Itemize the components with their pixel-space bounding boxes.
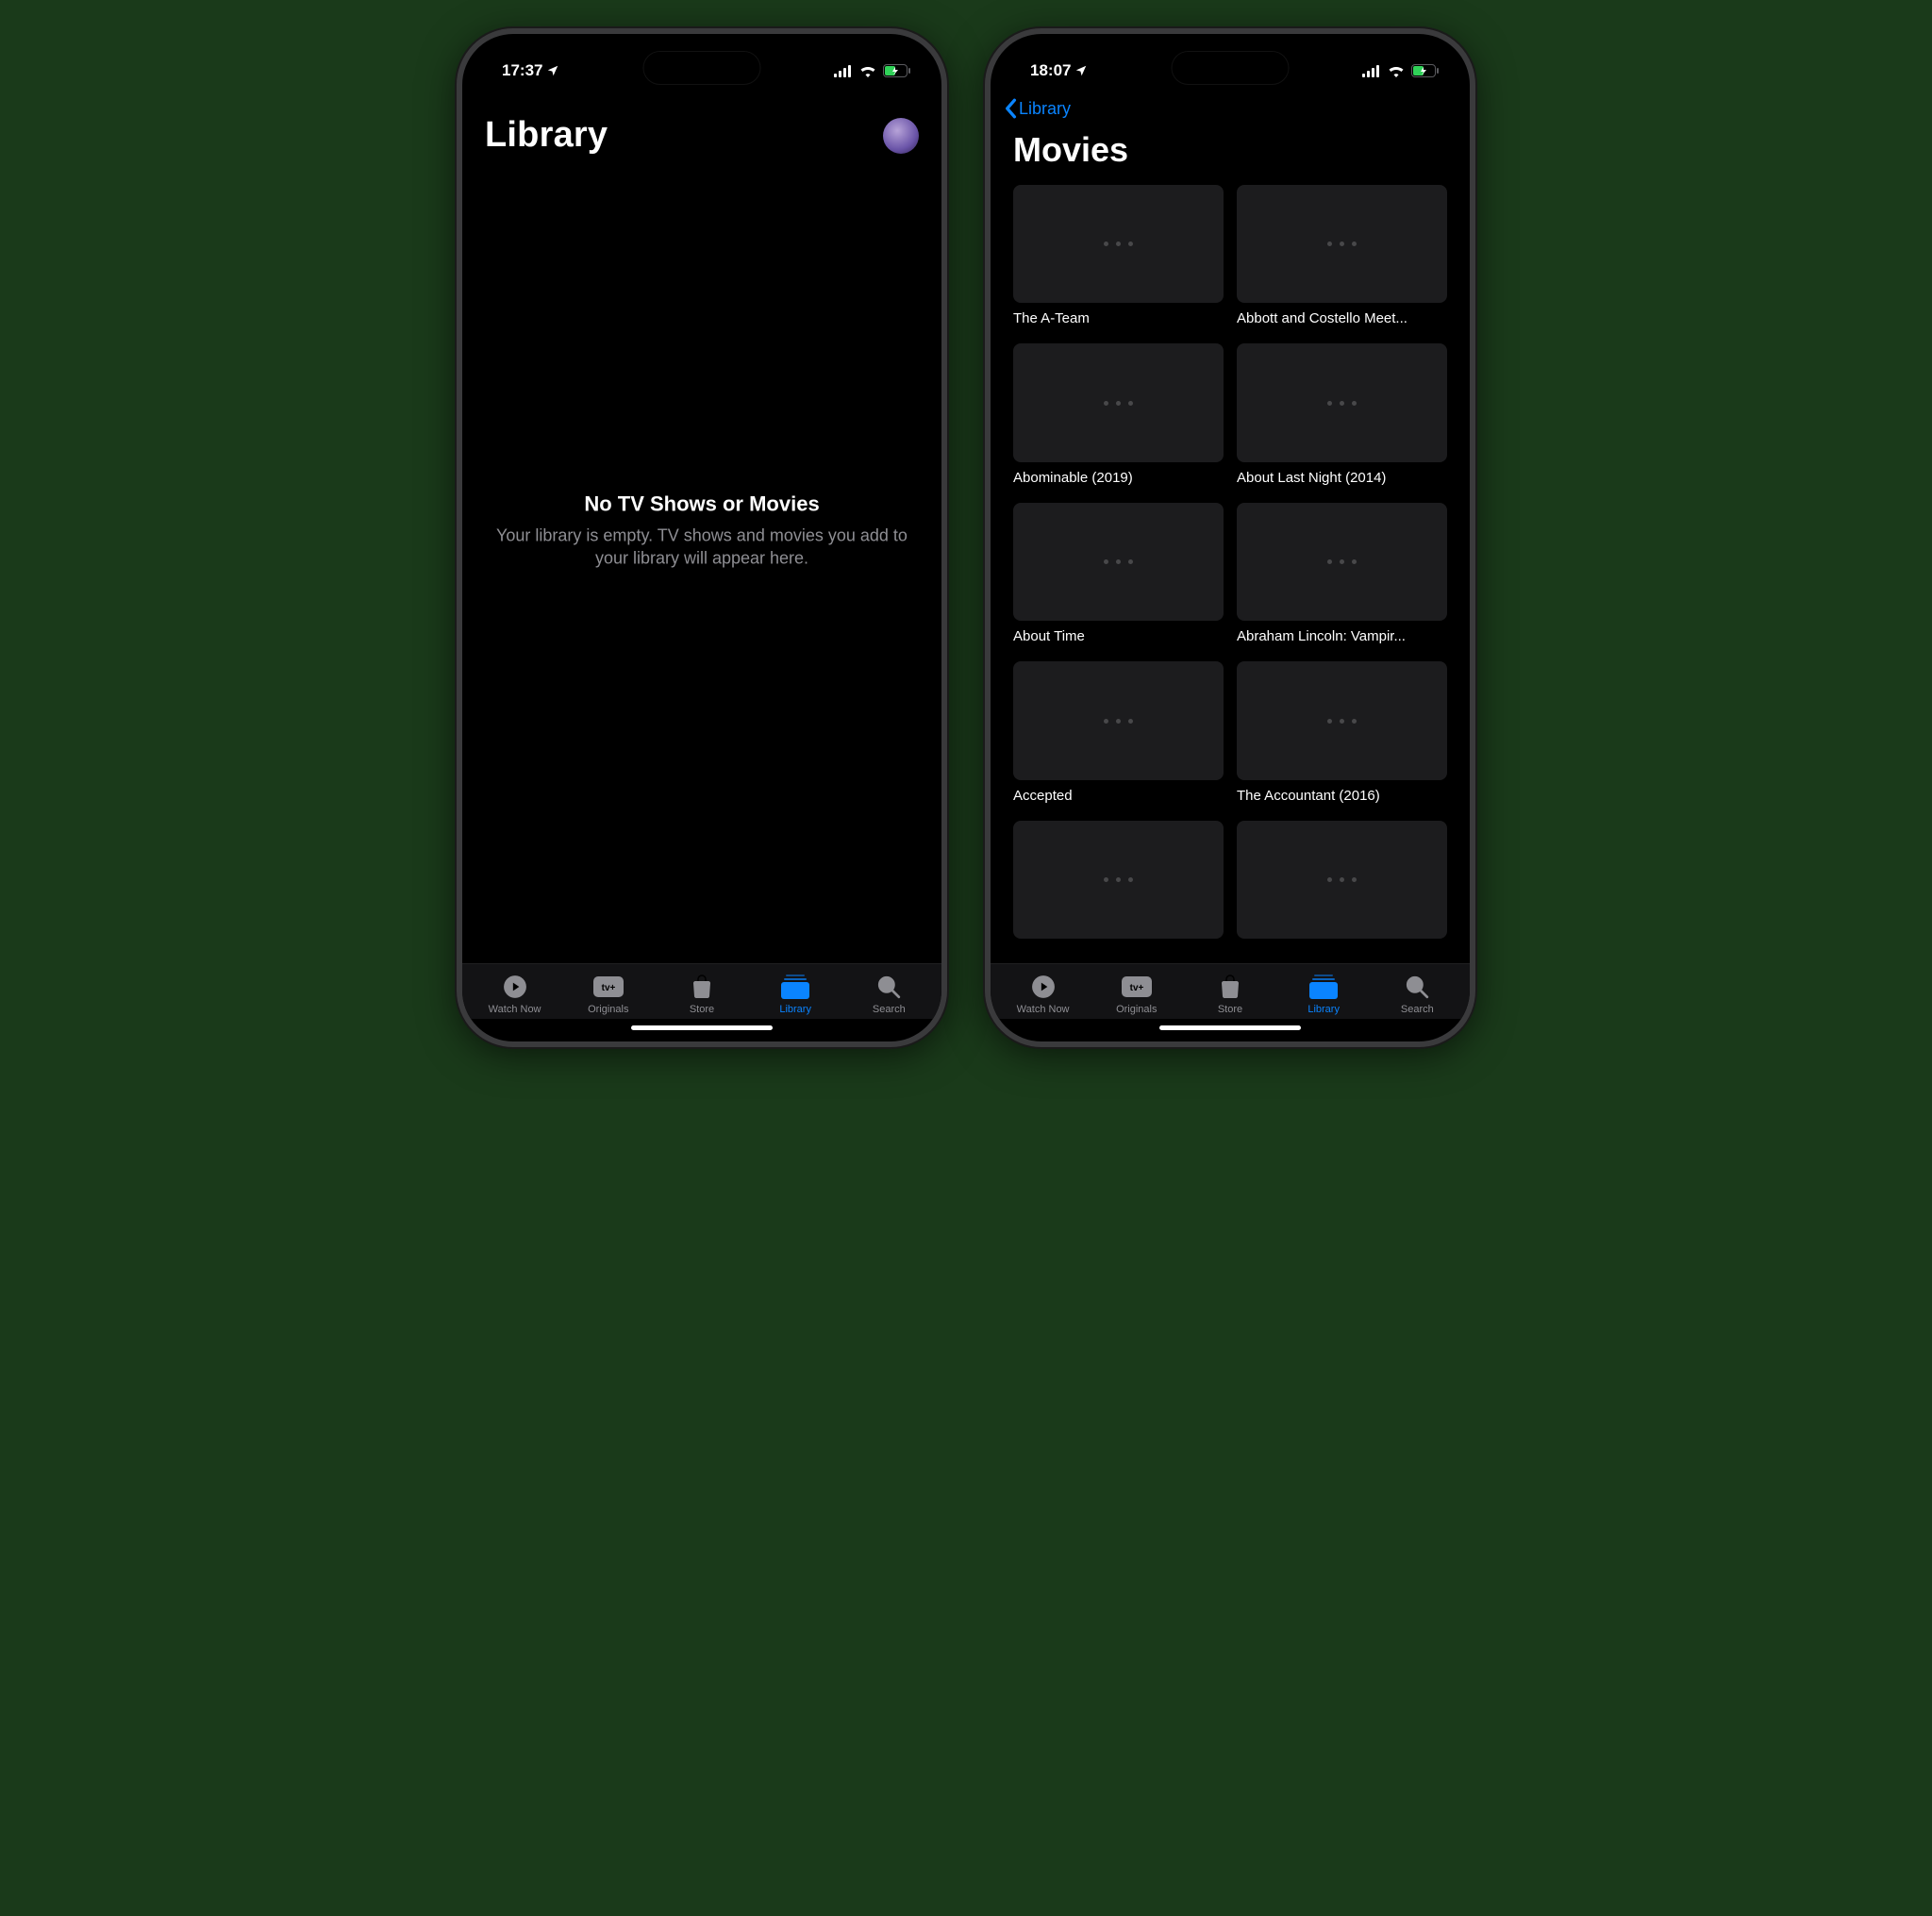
wifi-icon <box>859 65 876 77</box>
page-title: Movies <box>991 119 1470 185</box>
chevron-left-icon <box>1004 98 1017 119</box>
tv-plus-icon: tv+ <box>593 976 624 997</box>
movie-title: Abominable (2019) <box>1013 470 1224 486</box>
tab-label: Watch Now <box>489 1004 541 1015</box>
tab-bar: Watch Now tv+ Originals Store Library Se… <box>991 963 1470 1019</box>
tab-watch-now[interactable]: Watch Now <box>996 974 1090 1015</box>
movie-tile[interactable]: The A-Team <box>1013 185 1224 326</box>
tab-label: Library <box>1307 1004 1340 1015</box>
search-icon <box>876 975 901 999</box>
tab-library[interactable]: Library <box>749 974 842 1015</box>
tab-originals[interactable]: tv+ Originals <box>1090 974 1183 1015</box>
movie-grid: The A-Team Abbott and Costello Meet... Abo… <box>991 185 1470 939</box>
svg-text:tv+: tv+ <box>601 983 615 993</box>
movie-tile[interactable]: Abbott and Costello Meet... <box>1237 185 1447 326</box>
back-button[interactable]: Library <box>991 89 1470 119</box>
tab-label: Originals <box>1116 1004 1157 1015</box>
movie-thumbnail <box>1013 503 1224 621</box>
movie-title: About Last Night (2014) <box>1237 470 1447 486</box>
tab-store[interactable]: Store <box>1183 974 1276 1015</box>
movie-title: Abbott and Costello Meet... <box>1237 310 1447 326</box>
status-time: 18:07 <box>1030 61 1071 80</box>
nav-header: Library <box>462 89 941 163</box>
movie-tile[interactable] <box>1237 821 1447 939</box>
movie-title: The Accountant (2016) <box>1237 788 1447 804</box>
tab-bar: Watch Now tv+ Originals Store Library Se… <box>462 963 941 1019</box>
movie-thumbnail <box>1237 661 1447 779</box>
tab-label: Store <box>1218 1004 1242 1015</box>
movie-title: Accepted <box>1013 788 1224 804</box>
home-indicator[interactable] <box>991 1019 1470 1041</box>
battery-icon <box>1411 64 1440 77</box>
phone-left: 17:37 Library No TV Shows or Movies Your… <box>457 28 947 1047</box>
library-icon <box>1309 975 1338 999</box>
tab-label: Watch Now <box>1017 1004 1070 1015</box>
movie-thumbnail <box>1013 821 1224 939</box>
movie-tile[interactable]: About Last Night (2014) <box>1237 343 1447 485</box>
empty-state: No TV Shows or Movies Your library is em… <box>491 492 912 571</box>
page-title: Library <box>485 115 608 156</box>
tv-plus-icon: tv+ <box>1122 976 1152 997</box>
back-label: Library <box>1019 99 1071 119</box>
movie-tile[interactable] <box>1013 821 1224 939</box>
tab-label: Search <box>1401 1004 1434 1015</box>
movie-tile[interactable]: Abraham Lincoln: Vampir... <box>1237 503 1447 644</box>
bag-icon <box>691 975 712 999</box>
search-icon <box>1405 975 1429 999</box>
movie-thumbnail <box>1237 343 1447 461</box>
empty-title: No TV Shows or Movies <box>491 492 912 517</box>
battery-icon <box>883 64 911 77</box>
location-icon <box>1074 64 1088 77</box>
tab-label: Originals <box>588 1004 628 1015</box>
dynamic-island <box>1172 51 1290 85</box>
tab-label: Library <box>779 1004 811 1015</box>
movie-thumbnail <box>1237 503 1447 621</box>
dynamic-island <box>643 51 761 85</box>
bag-icon <box>1220 975 1241 999</box>
movie-thumbnail <box>1013 343 1224 461</box>
svg-text:tv+: tv+ <box>1129 983 1143 993</box>
play-circle-icon <box>1031 975 1056 999</box>
movie-title: About Time <box>1013 628 1224 644</box>
movie-tile[interactable]: Abominable (2019) <box>1013 343 1224 485</box>
tab-store[interactable]: Store <box>655 974 748 1015</box>
empty-subtitle: Your library is empty. TV shows and movi… <box>491 525 912 571</box>
movie-tile[interactable]: Accepted <box>1013 661 1224 803</box>
content-area[interactable]: The A-Team Abbott and Costello Meet... Abo… <box>991 185 1470 963</box>
tab-search[interactable]: Search <box>842 974 936 1015</box>
tab-watch-now[interactable]: Watch Now <box>468 974 561 1015</box>
location-icon <box>546 64 559 77</box>
content-area: No TV Shows or Movies Your library is em… <box>462 163 941 963</box>
cellular-icon <box>1362 65 1381 77</box>
tab-library[interactable]: Library <box>1277 974 1371 1015</box>
movie-tile[interactable]: The Accountant (2016) <box>1237 661 1447 803</box>
tab-search[interactable]: Search <box>1371 974 1464 1015</box>
movie-title: Abraham Lincoln: Vampir... <box>1237 628 1447 644</box>
library-icon <box>781 975 809 999</box>
tab-originals[interactable]: tv+ Originals <box>561 974 655 1015</box>
movie-thumbnail <box>1237 821 1447 939</box>
cellular-icon <box>834 65 853 77</box>
tab-label: Store <box>690 1004 714 1015</box>
phone-right: 18:07 Library Movies The A-Team Abbott an… <box>985 28 1475 1047</box>
movie-thumbnail <box>1013 661 1224 779</box>
movie-title: The A-Team <box>1013 310 1224 326</box>
movie-thumbnail <box>1237 185 1447 303</box>
home-indicator[interactable] <box>462 1019 941 1041</box>
profile-avatar[interactable] <box>883 118 919 154</box>
movie-tile[interactable]: About Time <box>1013 503 1224 644</box>
movie-thumbnail <box>1013 185 1224 303</box>
tab-label: Search <box>873 1004 906 1015</box>
wifi-icon <box>1388 65 1405 77</box>
status-time: 17:37 <box>502 61 542 80</box>
play-circle-icon <box>503 975 527 999</box>
